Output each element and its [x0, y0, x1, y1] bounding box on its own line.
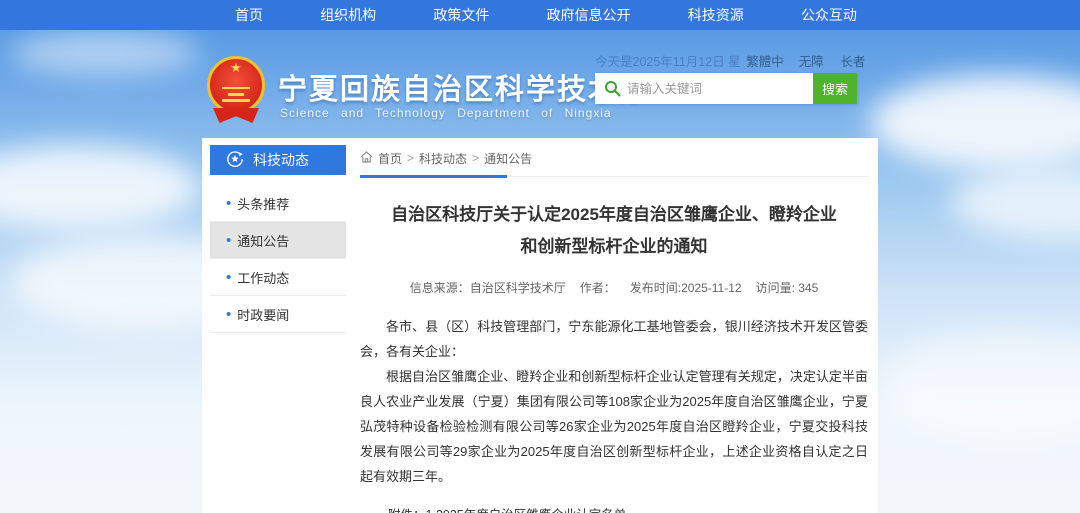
breadcrumb-separator: > [472, 151, 479, 165]
main-content-panel: 科技动态 • 头条推荐 • 通知公告 • 工作动态 • 时政要闻 [202, 138, 878, 513]
search-button[interactable]: 搜索 [813, 73, 857, 104]
article-title-line1: 自治区科技厅关于认定2025年度自治区雏鹰企业、瞪羚企业 [360, 199, 868, 231]
cloud-decoration [0, 145, 200, 230]
cloud-decoration [10, 30, 200, 75]
national-emblem-logo: ★ [204, 56, 268, 140]
nav-gov-info-disclosure[interactable]: 政府信息公开 [547, 0, 631, 30]
search-input[interactable] [595, 73, 813, 104]
meta-author: 作者： [580, 281, 616, 295]
top-navigation-bar: 首页 组织机构 政策文件 政府信息公开 科技资源 公众互动 [0, 0, 1080, 30]
attachments-label: 附件： [388, 505, 426, 513]
home-icon [360, 151, 373, 166]
nav-tech-resources[interactable]: 科技资源 [688, 0, 744, 30]
nav-home[interactable]: 首页 [235, 0, 263, 30]
sidebar-item-work-dynamics[interactable]: • 工作动态 [210, 259, 346, 296]
sidebar-item-label: 工作动态 [237, 268, 289, 287]
page-background: 首页 组织机构 政策文件 政府信息公开 科技资源 公众互动 ★ 宁夏回族自治区科… [0, 0, 1080, 513]
sidebar-item-headline-recommendations[interactable]: • 头条推荐 [210, 185, 346, 222]
bullet-icon: • [226, 196, 231, 211]
breadcrumb: 首页 > 科技动态 > 通知公告 [360, 147, 868, 169]
emblem-star-icon: ★ [230, 60, 242, 76]
bullet-icon: • [226, 270, 231, 285]
article-paragraph: 根据自治区雏鹰企业、瞪羚企业和创新型标杆企业认定管理有关规定，决定认定半亩良人农… [360, 364, 868, 489]
meta-source: 信息来源：自治区科学技术厅 [410, 281, 566, 295]
nav-organization[interactable]: 组织机构 [320, 0, 376, 30]
article-title: 自治区科技厅关于认定2025年度自治区雏鹰企业、瞪羚企业 和创新型标杆企业的通知 [360, 199, 868, 263]
cloud-decoration [870, 75, 1080, 170]
breadcrumb-home[interactable]: 首页 [378, 150, 402, 167]
article-meta: 信息来源：自治区科学技术厅作者： 发布时间:2025-11-12 访问量: 345 [360, 279, 868, 296]
site-subtitle: Science and Technology Department of Nin… [280, 106, 612, 120]
attachments-block: 附件： 1.2025年度自治区雏鹰企业认定名单 2.2025年度自治区瞪羚企业认… [388, 505, 868, 513]
nav-public-interaction[interactable]: 公众互动 [801, 0, 857, 30]
sidebar-item-political-news[interactable]: • 时政要闻 [210, 296, 346, 333]
sidebar-item-label: 头条推荐 [237, 194, 289, 213]
sidebar-item-label: 时政要闻 [237, 305, 289, 324]
emblem-circle: ★ [207, 56, 265, 114]
nav-policy-documents[interactable]: 政策文件 [433, 0, 489, 30]
cloud-decoration [880, 330, 1080, 440]
bullet-icon: • [226, 233, 231, 248]
sidebar: 科技动态 • 头条推荐 • 通知公告 • 工作动态 • 时政要闻 [210, 145, 346, 333]
sidebar-title: 科技动态 [253, 150, 309, 170]
search-icon [604, 80, 621, 102]
breadcrumb-divider [360, 176, 868, 177]
emblem-gate-icon [222, 87, 250, 102]
sidebar-item-notices-announcements[interactable]: • 通知公告 [210, 222, 346, 259]
sidebar-item-label: 通知公告 [237, 231, 289, 250]
article-paragraph: 各市、县（区）科技管理部门，宁东能源化工基地管委会，银川经济技术开发区管委会，各… [360, 314, 868, 364]
cloud-decoration [950, 165, 1080, 240]
breadcrumb-separator: > [407, 151, 414, 165]
attachment-link-1[interactable]: 1.2025年度自治区雏鹰企业认定名单 [426, 505, 664, 513]
sidebar-menu: • 头条推荐 • 通知公告 • 工作动态 • 时政要闻 [210, 175, 346, 333]
meta-visit-count: 访问量: 345 [756, 281, 819, 295]
meta-publish-date: 发布时间:2025-11-12 [630, 281, 742, 295]
search-bar: 搜索 [595, 73, 857, 104]
emblem-ribbon [213, 108, 259, 123]
breadcrumb-category[interactable]: 科技动态 [419, 150, 467, 167]
science-dynamics-icon [226, 150, 244, 171]
article-content-area: 首页 > 科技动态 > 通知公告 自治区科技厅关于认定2025年度自治区雏鹰企业… [360, 147, 868, 513]
article-body: 各市、县（区）科技管理部门，宁东能源化工基地管委会，银川经济技术开发区管委会，各… [360, 314, 868, 489]
bullet-icon: • [226, 307, 231, 322]
sidebar-header: 科技动态 [210, 145, 346, 175]
article-title-line2: 和创新型标杆企业的通知 [360, 231, 868, 263]
breadcrumb-divider-accent [360, 175, 507, 178]
breadcrumb-current[interactable]: 通知公告 [484, 150, 532, 167]
